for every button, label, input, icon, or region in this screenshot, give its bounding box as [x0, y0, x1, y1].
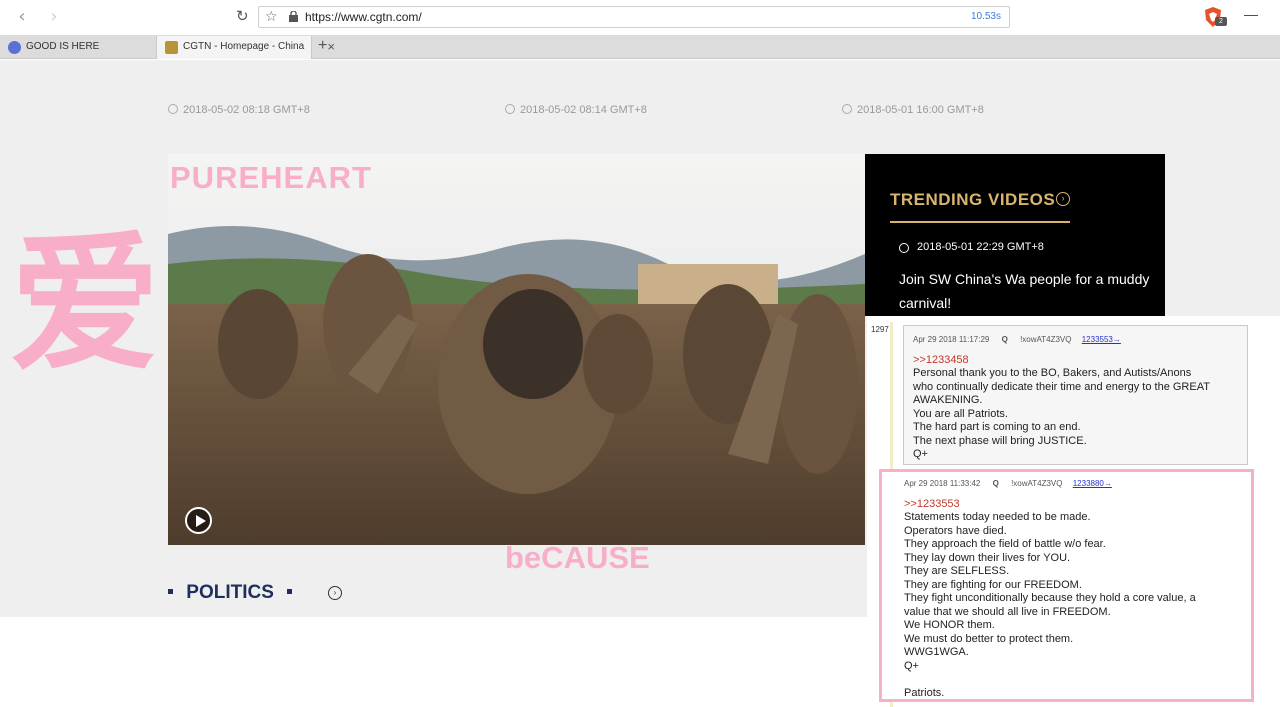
trending-date: 2018-05-01 22:29 GMT+8 [917, 241, 1044, 253]
trending-arrow-icon[interactable]: › [1056, 192, 1070, 206]
shield-count-badge: 2 [1215, 17, 1227, 26]
post-number: 1297 [871, 325, 889, 334]
tab-favicon-icon [165, 41, 178, 54]
clock-icon [842, 104, 852, 114]
hero-video-image[interactable] [168, 154, 865, 545]
new-tab-button[interactable]: + [318, 35, 327, 57]
trending-videos-panel: TRENDING VIDEOS › 2018-05-01 22:29 GMT+8… [865, 154, 1165, 316]
trending-title: TRENDING VIDEOS [890, 190, 1056, 209]
overlay-pureheart-text: PUREHEART [170, 160, 372, 195]
article-date: 2018-05-01 16:00 GMT+8 [842, 104, 984, 116]
back-icon[interactable]: ‹ [12, 8, 32, 28]
tab-label: CGTN - Homepage - China [183, 41, 305, 52]
reply-link[interactable]: >>1233553 [904, 498, 1242, 511]
politics-arrow-icon[interactable]: › [328, 586, 342, 600]
clock-icon [505, 104, 515, 114]
page-bottom [0, 617, 865, 707]
overlay-chinese-character: 爱 [10, 218, 161, 392]
reload-icon[interactable]: ↻ [236, 7, 249, 25]
post-meta: Apr 29 2018 11:33:42 Q !xowAT4Z3VQ 12338… [904, 479, 1112, 488]
tab-favicon-icon [8, 41, 21, 54]
article-date: 2018-05-02 08:14 GMT+8 [505, 104, 647, 116]
tab-good-is-here[interactable]: GOOD IS HERE [0, 36, 152, 59]
tab-cgtn[interactable]: CGTN - Homepage - China × [156, 36, 335, 59]
url-text: https://www.cgtn.com/ [305, 10, 422, 24]
close-tab-icon[interactable]: × [327, 36, 335, 58]
play-button[interactable] [185, 507, 212, 534]
bullet-square-icon [287, 589, 293, 594]
load-timer: 10.53s [970, 11, 1001, 22]
trending-underline [890, 221, 1070, 223]
browser-toolbar: ‹ › ↻ ☆ https://www.cgtn.com/ 10.53s 2 — [0, 0, 1280, 35]
post-meta: Apr 29 2018 11:17:29 Q !xowAT4Z3VQ 12335… [913, 335, 1121, 344]
tab-strip: GOOD IS HERE CGTN - Homepage - China × + [0, 35, 1280, 59]
tab-label: GOOD IS HERE [26, 41, 100, 52]
trending-headline-link[interactable]: Join SW China's Wa people for a muddy ca… [899, 267, 1159, 315]
reply-link[interactable]: >>1233458 [913, 354, 1238, 367]
q-post: Apr 29 2018 11:17:29 Q !xowAT4Z3VQ 12335… [903, 325, 1248, 465]
clock-icon [168, 104, 178, 114]
post-link[interactable]: 1233880→ [1073, 479, 1112, 488]
bullet-square-icon [168, 589, 173, 594]
forward-icon[interactable]: › [44, 8, 64, 28]
article-date: 2018-05-02 08:18 GMT+8 [168, 104, 310, 116]
address-bar[interactable]: ☆ https://www.cgtn.com/ 10.53s [258, 6, 1010, 28]
overlay-because-text: beCAUSE [505, 540, 650, 575]
minimize-button[interactable]: — [1244, 6, 1258, 22]
clock-icon [899, 243, 909, 253]
post-link[interactable]: 1233553→ [1082, 335, 1121, 344]
lock-icon [289, 11, 298, 22]
bookmark-star-icon[interactable]: ☆ [265, 9, 278, 25]
q-post-highlighted: Apr 29 2018 11:33:42 Q !xowAT4Z3VQ 12338… [879, 469, 1254, 702]
politics-section-header[interactable]: POLITICS [168, 582, 293, 604]
